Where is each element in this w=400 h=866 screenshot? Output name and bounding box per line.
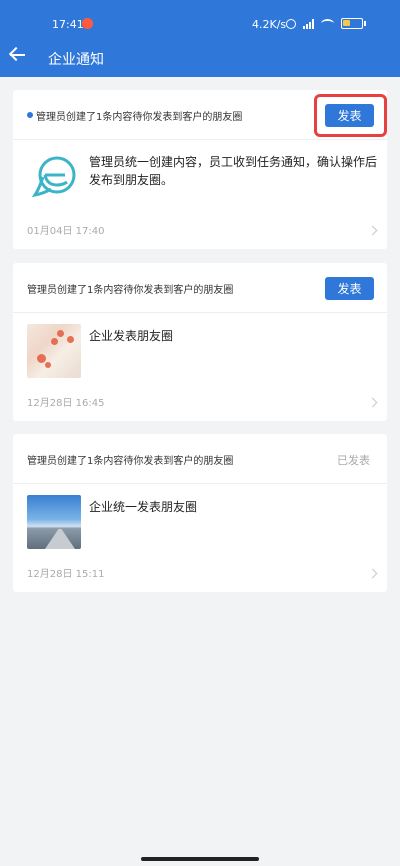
- alarm-icon: [286, 18, 296, 29]
- publish-button[interactable]: 发表: [325, 104, 374, 127]
- publish-button[interactable]: 发表: [325, 277, 374, 300]
- status-icons: [286, 18, 366, 29]
- card-header-text: 管理员创建了1条内容待你发表到客户的朋友圈: [36, 112, 243, 123]
- nav-bar: 企业通知: [0, 40, 400, 76]
- card-header-text: 管理员创建了1条内容待你发表到客户的朋友圈: [27, 456, 234, 467]
- chat-bubble-logo-icon: [31, 156, 76, 198]
- notification-card[interactable]: 管理员创建了1条内容待你发表到客户的朋友圈 已发表 企业统一发表朋友圈 12月2…: [13, 434, 387, 592]
- notification-card[interactable]: 管理员创建了1条内容待你发表到客户的朋友圈 发表 企业发表朋友圈 12月28日 …: [13, 263, 387, 421]
- card-date: 01月04日 17:40: [27, 226, 105, 237]
- unread-dot-icon: [27, 112, 33, 118]
- back-arrow-icon[interactable]: [8, 46, 25, 63]
- card-date: 12月28日 16:45: [27, 398, 105, 409]
- card-body-title: 企业发表朋友圈: [89, 329, 174, 343]
- chevron-right-icon: [367, 568, 378, 579]
- card-date: 12月28日 15:11: [27, 569, 105, 580]
- flower-painting-thumbnail: [27, 324, 81, 378]
- road-photo-thumbnail: [27, 495, 81, 549]
- status-time: 17:41: [52, 18, 84, 31]
- status-bar: 17:41 4.2K/s: [0, 0, 400, 36]
- net-speed: 4.2K/s: [252, 18, 287, 31]
- notification-card[interactable]: 管理员创建了1条内容待你发表到客户的朋友圈 发表 管理员统一创建内容，员工收到任…: [13, 90, 387, 249]
- recording-icon: [82, 18, 93, 29]
- home-indicator[interactable]: [141, 857, 259, 861]
- wifi-icon: [321, 19, 334, 28]
- page-title: 企业通知: [48, 52, 104, 68]
- card-body-title: 管理员统一创建内容，员工收到任务通知，确认操作后发布到朋友圈。: [89, 155, 378, 187]
- published-status: 已发表: [337, 454, 370, 467]
- signal-icon: [303, 18, 314, 29]
- card-body-title: 企业统一发表朋友圈: [89, 500, 198, 514]
- chevron-right-icon: [367, 397, 378, 408]
- top-bar: 17:41 4.2K/s 企业通知: [0, 0, 400, 77]
- card-header: 管理员创建了1条内容待你发表到客户的朋友圈 发表: [13, 263, 387, 313]
- card-header-text: 管理员创建了1条内容待你发表到客户的朋友圈: [27, 285, 234, 296]
- chevron-right-icon: [367, 225, 378, 236]
- card-header: 管理员创建了1条内容待你发表到客户的朋友圈 发表: [13, 90, 387, 140]
- battery-icon: [341, 18, 366, 29]
- card-header: 管理员创建了1条内容待你发表到客户的朋友圈 已发表: [13, 434, 387, 484]
